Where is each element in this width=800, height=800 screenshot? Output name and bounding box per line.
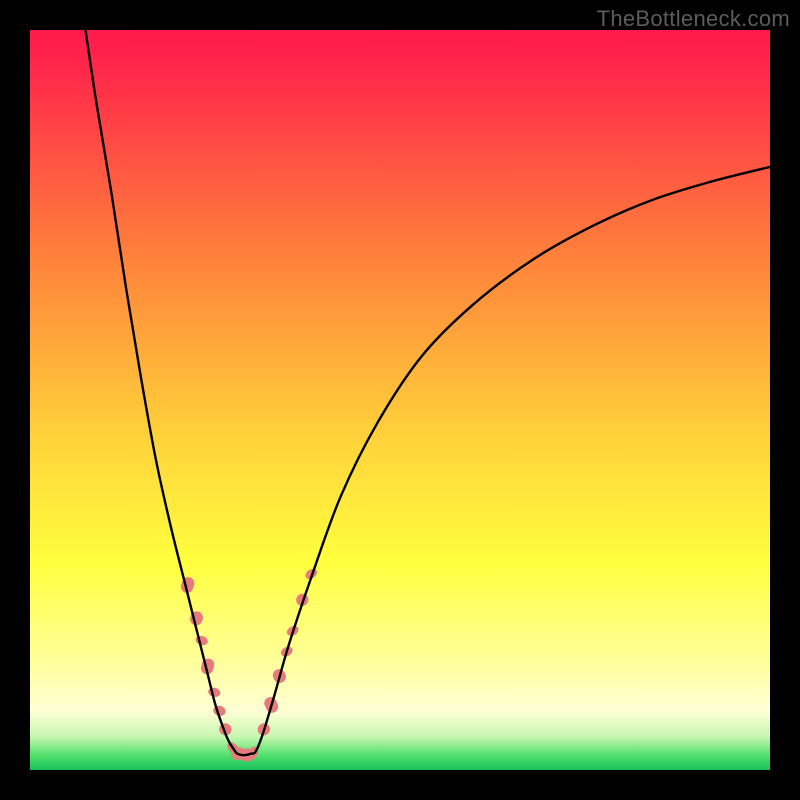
data-marker — [194, 634, 208, 646]
chart-frame: TheBottleneck.com — [0, 0, 800, 800]
plot-curves — [30, 30, 770, 770]
data-marker — [188, 610, 204, 627]
data-markers — [179, 567, 319, 761]
plot-area — [30, 30, 770, 770]
bottleneck-curve — [86, 30, 771, 755]
watermark-text: TheBottleneck.com — [597, 6, 790, 32]
